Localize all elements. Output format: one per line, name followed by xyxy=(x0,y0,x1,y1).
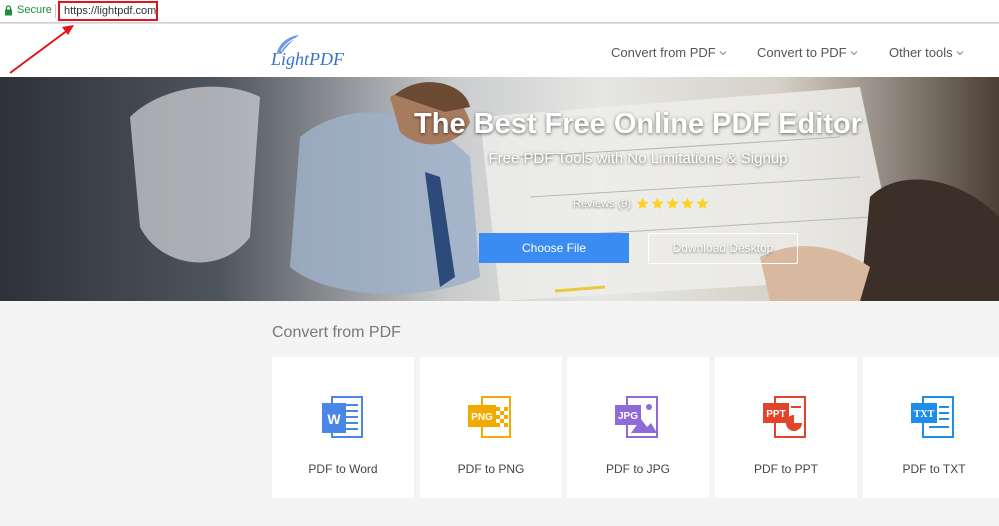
section-title: Convert from PDF xyxy=(272,324,401,341)
browser-address-bar: Secure https://lightpdf.com xyxy=(0,0,999,23)
ppt-icon: PPT xyxy=(763,396,806,438)
jpg-icon-badge: JPG xyxy=(618,411,638,422)
annotation-arrow xyxy=(9,25,74,74)
hero-title: The Best Free Online PDF Editor xyxy=(414,108,862,140)
chevron-down-icon xyxy=(719,50,727,55)
lock-icon xyxy=(5,5,12,16)
ppt-icon-badge: PPT xyxy=(766,409,785,420)
nav-label: Convert from PDF xyxy=(611,45,716,60)
reviews-rating[interactable]: Reviews (9) xyxy=(573,197,709,210)
secure-label: Secure xyxy=(17,4,52,16)
hero-banner: The Best Free Online PDF Editor Free PDF… xyxy=(0,77,999,301)
hero-subtitle: Free PDF Tools with No Limitations & Sig… xyxy=(488,150,788,167)
nav-convert-from-pdf[interactable]: Convert from PDF xyxy=(611,45,727,60)
star-rating xyxy=(636,197,709,210)
nav-other-tools[interactable]: Other tools xyxy=(889,45,964,60)
download-desktop-button[interactable]: Download Desktop xyxy=(648,233,798,264)
card-label: PDF to Word xyxy=(308,462,378,476)
choose-file-button[interactable]: Choose File xyxy=(479,233,629,263)
star-icon xyxy=(636,197,649,209)
reviews-label: Reviews (9) xyxy=(573,197,632,210)
card-pdf-to-txt[interactable]: TXT PDF to TXT xyxy=(863,357,999,498)
site-header: LightPDF Convert from PDF Convert to PDF… xyxy=(0,24,999,77)
png-icon: PNG xyxy=(468,396,511,438)
card-pdf-to-png[interactable]: PNG PDF to PNG xyxy=(420,357,562,498)
address-separator xyxy=(55,4,56,18)
logo-text: LightPDF xyxy=(270,49,345,69)
card-label: PDF to PNG xyxy=(457,462,525,476)
chevron-down-icon xyxy=(850,50,857,55)
png-icon-badge: PNG xyxy=(471,412,493,423)
word-icon: W xyxy=(322,396,363,438)
nav-label: Other tools xyxy=(889,45,953,60)
chevron-down-icon xyxy=(956,50,963,55)
txt-icon: TXT xyxy=(911,396,954,438)
card-pdf-to-ppt[interactable]: PPT PDF to PPT xyxy=(715,357,857,498)
word-icon-badge: W xyxy=(327,411,341,427)
card-pdf-to-jpg[interactable]: JPG PDF to JPG xyxy=(567,357,709,498)
star-icon xyxy=(666,197,679,209)
card-label: PDF to TXT xyxy=(902,462,966,476)
star-icon xyxy=(696,197,709,209)
star-icon xyxy=(681,197,694,209)
nav-label: Convert to PDF xyxy=(757,45,847,60)
card-pdf-to-word[interactable]: W PDF to Word xyxy=(272,357,414,498)
nav-convert-to-pdf[interactable]: Convert to PDF xyxy=(757,45,858,60)
card-label: PDF to PPT xyxy=(753,462,818,476)
lightpdf-logo[interactable]: LightPDF xyxy=(267,31,349,71)
jpg-icon: JPG xyxy=(615,396,658,438)
star-icon xyxy=(651,197,664,209)
card-label: PDF to JPG xyxy=(605,462,670,476)
txt-icon-badge: TXT xyxy=(914,409,935,420)
